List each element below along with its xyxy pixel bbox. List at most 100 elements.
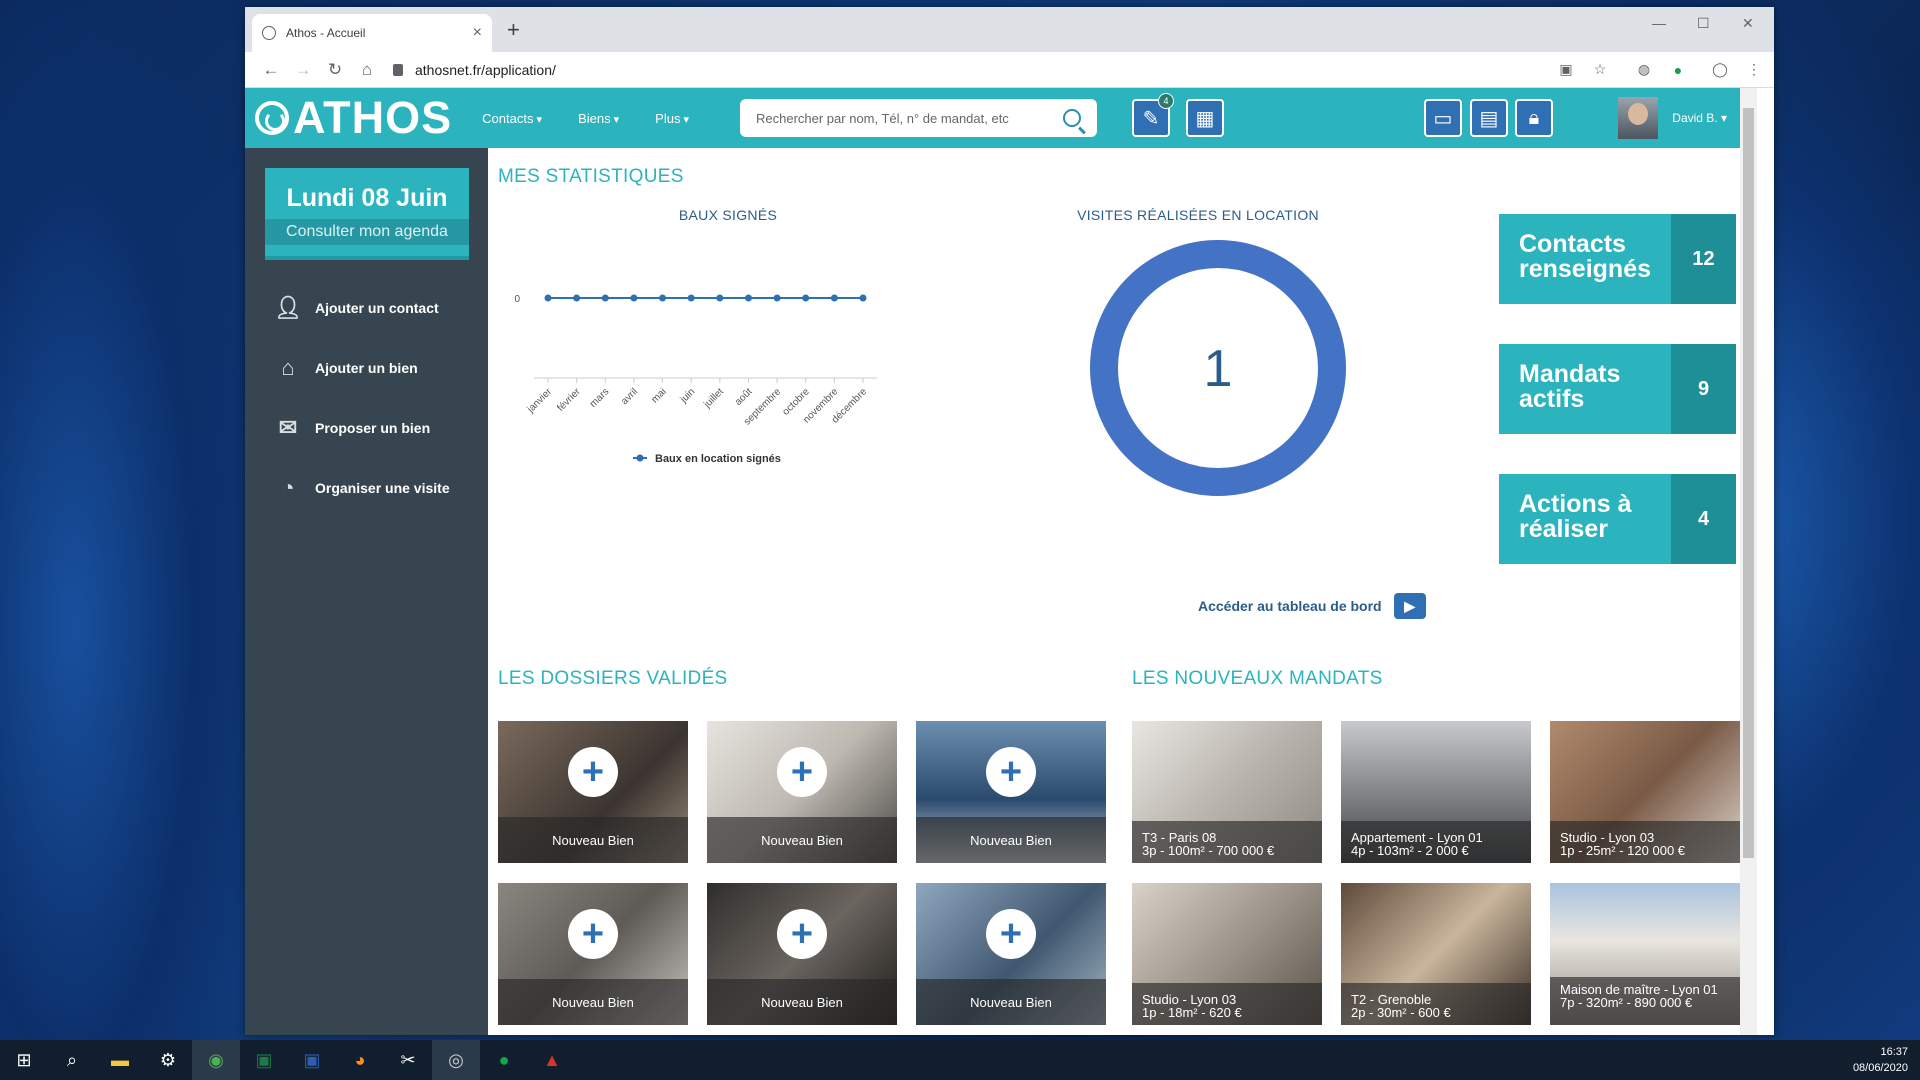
plus-icon[interactable]: +	[986, 747, 1036, 797]
data-point	[544, 294, 552, 302]
donut-value: 1	[1204, 340, 1233, 398]
sidebar-item-add-contact[interactable]: 👤︎ Ajouter un contact	[273, 278, 488, 338]
back-icon[interactable]: ←	[255, 60, 287, 80]
firefox-icon[interactable]: ◕	[336, 1040, 384, 1080]
search-input[interactable]: Rechercher par nom, Tél, n° de mandat, e…	[740, 99, 1097, 137]
dossier-card[interactable]: + Nouveau Bien	[498, 721, 688, 863]
data-point	[830, 294, 838, 302]
forward-icon[interactable]: →	[287, 60, 319, 80]
dossier-caption: Nouveau Bien	[707, 817, 897, 863]
desktop-background-left	[0, 0, 245, 1040]
search-icon[interactable]: ⌕	[48, 1040, 96, 1080]
plus-icon[interactable]: +	[986, 909, 1036, 959]
athos-logo[interactable]: ATHOS	[255, 92, 452, 144]
stat-box-actions[interactable]: Actions à réaliser 4	[1499, 474, 1736, 564]
chrome-icon[interactable]: ◉	[192, 1040, 240, 1080]
menu-biens[interactable]: Biens	[578, 111, 619, 126]
dashboard-link[interactable]: Accéder au tableau de bord ▶	[1198, 593, 1426, 619]
presentation-icon: ▤	[1479, 107, 1499, 130]
dossier-card[interactable]: + Nouveau Bien	[916, 883, 1106, 1025]
file-explorer-icon[interactable]: ▬	[96, 1040, 144, 1080]
date-box[interactable]: Lundi 08 Juin Consulter mon agenda	[265, 168, 469, 260]
mandat-caption: Maison de maître - Lyon 01 7p - 320m² - 8…	[1550, 977, 1740, 1025]
browser-tab[interactable]: Athos - Accueil ×	[252, 14, 492, 52]
presentation-button[interactable]: ▤	[1470, 99, 1508, 137]
hangouts-icon[interactable]: ●	[480, 1040, 528, 1080]
baux-line-chart: 0 janvier février mars avril mai juin juillet ao…	[514, 294, 877, 465]
stat-label: Mandats actifs	[1519, 360, 1621, 413]
calendar-button[interactable]: ▦	[1186, 99, 1224, 137]
data-point	[859, 294, 867, 302]
menu-contacts[interactable]: Contacts	[482, 111, 542, 126]
sidebar-item-schedule-visit[interactable]: ◔ Organiser une visite	[273, 458, 488, 518]
excel-icon[interactable]: ▣	[240, 1040, 288, 1080]
app-icon[interactable]: ◎	[432, 1040, 480, 1080]
mandat-card[interactable]: Maison de maître - Lyon 01 7p - 320m² - 8…	[1550, 883, 1740, 1025]
dossier-card[interactable]: + Nouveau Bien	[498, 883, 688, 1025]
plus-icon[interactable]: +	[777, 909, 827, 959]
snipping-tool-icon[interactable]: ✂	[384, 1040, 432, 1080]
profile-icon[interactable]: ◯	[1710, 60, 1730, 80]
tasks-badge: 4	[1158, 93, 1174, 109]
mandat-card[interactable]: Studio - Lyon 03 1p - 18m² - 620 €	[1132, 883, 1322, 1025]
maximize-button[interactable]: ☐	[1697, 15, 1710, 32]
mandat-card[interactable]: Studio - Lyon 03 1p - 25m² - 120 000 €	[1550, 721, 1740, 863]
mandat-details: 7p - 320m² - 890 000 €	[1560, 995, 1693, 1010]
lock-button[interactable]: 🔒︎	[1515, 99, 1553, 137]
windows-start-icon[interactable]: ⊞	[0, 1040, 48, 1080]
address-bar[interactable]: athosnet.fr/application/	[393, 56, 1542, 84]
dossier-card[interactable]: + Nouveau Bien	[916, 721, 1106, 863]
page-scrollbar[interactable]	[1740, 88, 1757, 1035]
padlock-icon: 🔒︎	[1528, 106, 1540, 129]
mandat-details: 2p - 30m² - 600 €	[1351, 1005, 1451, 1020]
sidebar-item-label: Organiser une visite	[315, 480, 450, 496]
word-icon[interactable]: ▣	[288, 1040, 336, 1080]
scrollbar-thumb[interactable]	[1743, 108, 1754, 858]
x-tick-label: août	[733, 386, 755, 408]
acrobat-icon[interactable]: ▲	[528, 1040, 576, 1080]
top-navigation: ATHOS Contacts Biens Plus Rechercher par…	[245, 88, 1757, 148]
stat-count: 12	[1671, 214, 1736, 304]
plus-icon[interactable]: +	[777, 747, 827, 797]
tab-title: Athos - Accueil	[286, 26, 366, 40]
forward-arrow-icon: ▶	[1393, 593, 1426, 619]
dossier-card[interactable]: + Nouveau Bien	[707, 883, 897, 1025]
y-tick-label: 0	[514, 294, 520, 305]
new-tab-button[interactable]: +	[507, 17, 520, 43]
dossier-card[interactable]: + Nouveau Bien	[707, 721, 897, 863]
mandat-card[interactable]: T2 - Grenoble 2p - 30m² - 600 €	[1341, 883, 1531, 1025]
data-point	[687, 294, 695, 302]
stat-box-contacts[interactable]: Contacts renseignés 12	[1499, 214, 1736, 304]
plus-icon[interactable]: +	[568, 747, 618, 797]
mandat-card[interactable]: Appartement - Lyon 01 4p - 103m² - 2 000 …	[1341, 721, 1531, 863]
home-icon[interactable]: ⌂	[351, 60, 383, 80]
tasks-button[interactable]: ✎ 4	[1132, 93, 1174, 137]
sidebar-item-add-property[interactable]: ⌂ Ajouter un bien	[273, 338, 488, 398]
extension-icon[interactable]: ◍	[1634, 60, 1654, 80]
reload-icon[interactable]: ↻	[319, 60, 351, 80]
agenda-link[interactable]: Consulter mon agenda	[265, 219, 469, 245]
extension-green-icon[interactable]: ●	[1668, 60, 1688, 80]
stat-box-mandats[interactable]: Mandats actifs 9	[1499, 344, 1736, 434]
dossier-caption: Nouveau Bien	[498, 817, 688, 863]
plus-icon[interactable]: +	[568, 909, 618, 959]
minimize-button[interactable]: —	[1652, 15, 1666, 31]
mandat-details: 3p - 100m² - 700 000 €	[1142, 843, 1275, 858]
close-tab-icon[interactable]: ×	[473, 24, 482, 42]
stats-section-title: MES STATISTIQUES	[498, 166, 684, 187]
menu-plus[interactable]: Plus	[655, 111, 689, 126]
translate-icon[interactable]: ▣	[1556, 60, 1576, 80]
mandat-caption: Studio - Lyon 03 1p - 25m² - 120 000 €	[1550, 821, 1740, 863]
address-row: ← → ↻ ⌂ athosnet.fr/application/ ▣ ☆ ◍ ●…	[245, 52, 1774, 88]
bookmark-star-icon[interactable]: ☆	[1590, 60, 1610, 80]
calendar-icon: ▦	[1195, 107, 1215, 130]
screen-button[interactable]: ▭	[1424, 99, 1462, 137]
search-icon[interactable]	[1063, 109, 1081, 127]
system-clock[interactable]: 16:37 08/06/2020	[1853, 1044, 1908, 1076]
more-menu-icon[interactable]: ⋮	[1744, 60, 1764, 80]
mandat-card[interactable]: T3 - Paris 08 3p - 100m² - 700 000 €	[1132, 721, 1322, 863]
settings-gear-icon[interactable]: ⚙	[144, 1040, 192, 1080]
close-window-button[interactable]: ✕	[1742, 15, 1754, 32]
user-menu[interactable]: David B.	[1618, 97, 1727, 139]
sidebar-item-send-property[interactable]: ✉ Proposer un bien	[273, 398, 488, 458]
